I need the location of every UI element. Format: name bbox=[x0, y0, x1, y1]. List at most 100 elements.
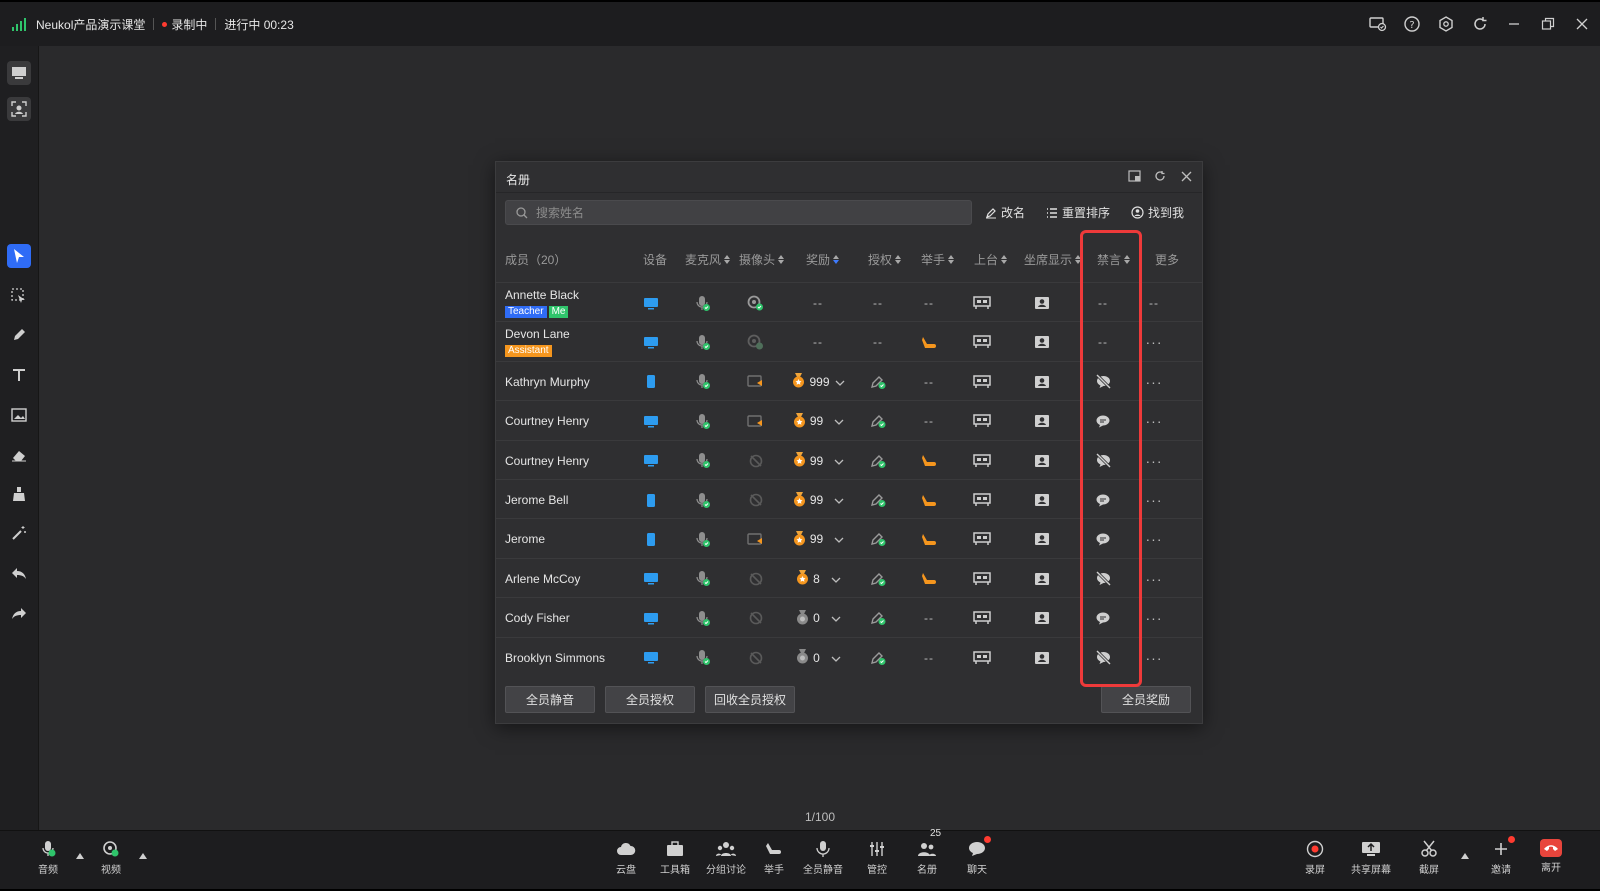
cloud-drive-button[interactable]: 云盘 bbox=[615, 839, 637, 876]
seat-display-icon[interactable] bbox=[1027, 480, 1057, 520]
chevron-down-icon[interactable] bbox=[831, 611, 841, 625]
col-camera[interactable]: 摄像头 bbox=[739, 251, 785, 268]
video-options-icon[interactable] bbox=[139, 853, 147, 859]
mic-status-icon[interactable] bbox=[690, 519, 716, 559]
pen-icon[interactable] bbox=[7, 323, 31, 347]
camera-status-icon[interactable] bbox=[743, 322, 769, 362]
eraser-icon[interactable] bbox=[7, 443, 31, 467]
raised-hand-icon[interactable] bbox=[914, 480, 944, 520]
reward-control[interactable]: 99 bbox=[792, 412, 844, 431]
restore-icon[interactable] bbox=[1538, 14, 1558, 34]
share-screen-button[interactable]: 共享屏幕 bbox=[1351, 839, 1391, 876]
stage-icon[interactable] bbox=[967, 401, 997, 441]
mute-all-button[interactable]: 全员静音 bbox=[505, 686, 595, 713]
mic-status-icon[interactable] bbox=[690, 559, 716, 599]
roster-close-icon[interactable] bbox=[1178, 168, 1194, 184]
undo-icon[interactable] bbox=[7, 561, 31, 585]
stage-icon[interactable] bbox=[967, 441, 997, 481]
minimize-icon[interactable] bbox=[1504, 14, 1524, 34]
record-button[interactable]: 录屏 bbox=[1304, 839, 1326, 876]
more-options-icon[interactable]: ··· bbox=[1139, 480, 1169, 520]
mic-status-icon[interactable] bbox=[690, 480, 716, 520]
camera-status-icon[interactable] bbox=[743, 598, 769, 638]
reorder-button[interactable]: 重置排序 bbox=[1046, 204, 1110, 221]
find-me-button[interactable]: 找到我 bbox=[1131, 204, 1184, 221]
whiteboard-icon[interactable] bbox=[7, 61, 31, 85]
chat-button[interactable]: 聊天 bbox=[966, 836, 991, 876]
seat-display-icon[interactable] bbox=[1027, 362, 1057, 402]
auth-pen-icon[interactable] bbox=[863, 441, 893, 481]
auth-all-button[interactable]: 全员授权 bbox=[605, 686, 695, 713]
auth-pen-icon[interactable] bbox=[863, 480, 893, 520]
col-stage[interactable]: 上台 bbox=[974, 251, 1008, 268]
refresh-icon[interactable] bbox=[1470, 14, 1490, 34]
revoke-auth-all-button[interactable]: 回收全员授权 bbox=[705, 686, 795, 713]
camera-status-icon[interactable] bbox=[743, 480, 769, 520]
chevron-down-icon[interactable] bbox=[835, 375, 845, 389]
seat-display-icon[interactable] bbox=[1027, 598, 1057, 638]
mic-status-icon[interactable] bbox=[690, 322, 716, 362]
auth-pen-icon[interactable] bbox=[863, 598, 893, 638]
camera-status-icon[interactable] bbox=[743, 559, 769, 599]
raised-hand-icon[interactable] bbox=[914, 519, 944, 559]
raised-hand-icon[interactable] bbox=[914, 559, 944, 599]
text-icon[interactable] bbox=[7, 363, 31, 387]
pop-out-icon[interactable] bbox=[1126, 168, 1142, 184]
col-auth[interactable]: 授权 bbox=[868, 251, 902, 268]
col-mic[interactable]: 麦克风 bbox=[685, 251, 731, 268]
stage-icon[interactable] bbox=[967, 480, 997, 520]
stage-icon[interactable] bbox=[967, 283, 997, 323]
mic-status-icon[interactable] bbox=[690, 638, 716, 678]
chevron-down-icon[interactable] bbox=[831, 651, 841, 665]
more-options-icon[interactable]: ··· bbox=[1139, 559, 1169, 599]
laser-wand-icon[interactable] bbox=[7, 521, 31, 545]
seat-display-icon[interactable] bbox=[1027, 559, 1057, 599]
invite-button[interactable]: 邀请 bbox=[1490, 836, 1515, 876]
reward-all-button[interactable]: 全员奖励 bbox=[1101, 686, 1191, 713]
camera-status-icon[interactable] bbox=[743, 401, 769, 441]
seat-display-icon[interactable] bbox=[1027, 322, 1057, 362]
screenshot-options-icon[interactable] bbox=[1461, 853, 1469, 859]
auth-pen-icon[interactable] bbox=[863, 559, 893, 599]
more-options-icon[interactable]: ··· bbox=[1139, 322, 1169, 362]
more-options-icon[interactable]: ··· bbox=[1139, 362, 1169, 402]
chevron-down-icon[interactable] bbox=[834, 532, 844, 546]
toolbox-button[interactable]: 工具箱 bbox=[660, 839, 690, 876]
mic-status-icon[interactable] bbox=[690, 598, 716, 638]
settings-icon[interactable] bbox=[1436, 14, 1456, 34]
mic-status-icon[interactable] bbox=[690, 401, 716, 441]
auth-pen-icon[interactable] bbox=[863, 519, 893, 559]
mute-all-bottom-button[interactable]: 全员静音 bbox=[803, 839, 843, 876]
chevron-down-icon[interactable] bbox=[831, 572, 841, 586]
device-check-icon[interactable] bbox=[1368, 14, 1388, 34]
stage-icon[interactable] bbox=[967, 322, 997, 362]
raised-hand-icon[interactable] bbox=[914, 441, 944, 481]
camera-status-icon[interactable] bbox=[743, 519, 769, 559]
auth-pen-icon[interactable] bbox=[863, 401, 893, 441]
stage-icon[interactable] bbox=[967, 638, 997, 678]
reward-control[interactable]: 8 bbox=[795, 569, 841, 588]
reward-control[interactable]: 99 bbox=[792, 530, 844, 549]
auth-pen-icon[interactable] bbox=[863, 638, 893, 678]
col-seat[interactable]: 坐席显示 bbox=[1024, 251, 1082, 268]
seat-display-icon[interactable] bbox=[1027, 519, 1057, 559]
mic-status-icon[interactable] bbox=[690, 283, 716, 323]
video-button[interactable]: 视频 bbox=[100, 839, 122, 876]
breakout-button[interactable]: 分组讨论 bbox=[706, 839, 746, 876]
help-icon[interactable]: ? bbox=[1402, 14, 1422, 34]
reward-control[interactable]: 99 bbox=[792, 491, 844, 510]
mic-status-icon[interactable] bbox=[690, 441, 716, 481]
rename-button[interactable]: 改名 bbox=[985, 204, 1025, 221]
mic-status-icon[interactable] bbox=[690, 362, 716, 402]
stage-icon[interactable] bbox=[967, 519, 997, 559]
leave-button[interactable]: 离开 bbox=[1540, 839, 1562, 874]
seat-display-icon[interactable] bbox=[1027, 638, 1057, 678]
chevron-down-icon[interactable] bbox=[834, 414, 844, 428]
more-options-icon[interactable]: ··· bbox=[1139, 441, 1169, 481]
audio-options-icon[interactable] bbox=[76, 853, 84, 859]
seat-display-icon[interactable] bbox=[1027, 441, 1057, 481]
close-icon[interactable] bbox=[1572, 14, 1592, 34]
camera-status-icon[interactable] bbox=[743, 362, 769, 402]
seat-display-icon[interactable] bbox=[1027, 401, 1057, 441]
select-pointer-icon[interactable] bbox=[7, 244, 31, 268]
